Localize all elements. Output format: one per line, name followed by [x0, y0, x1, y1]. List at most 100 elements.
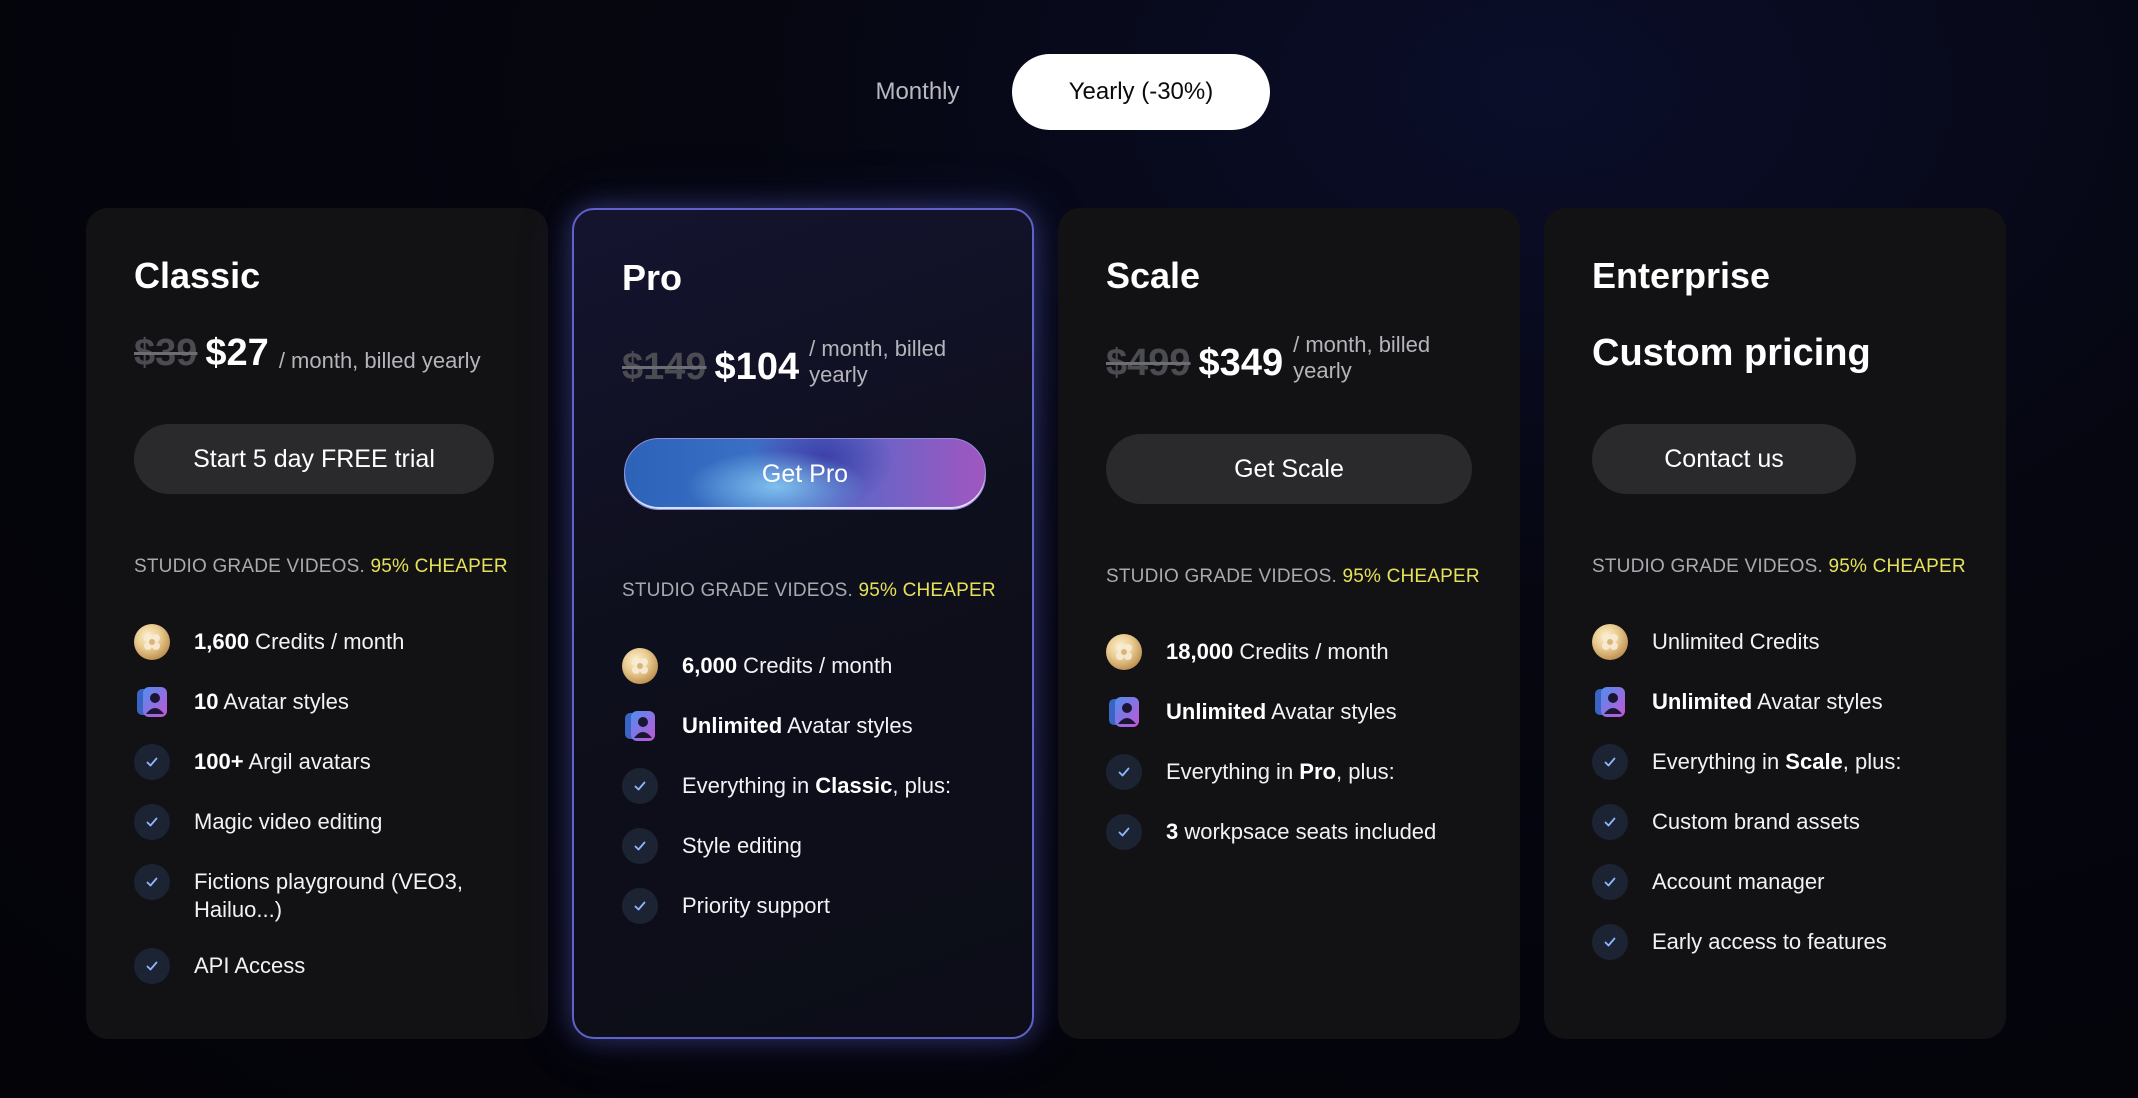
feature-highlight: 18,000 [1166, 639, 1234, 664]
feature-highlight: 6,000 [682, 653, 738, 678]
feature-item: API Access [134, 948, 518, 984]
get-scale-button[interactable]: Get Scale [1106, 434, 1472, 504]
feature-item: 6,000 Credits / month [622, 648, 1002, 684]
plan-card-scale: Scale $499 $349 / month, billed yearly G… [1058, 208, 1520, 1039]
billing-period: / month, billed yearly [278, 348, 481, 373]
feature-text: 10 Avatar styles [194, 684, 349, 716]
feature-item: Everything in Classic, plus: [622, 768, 1002, 804]
check-icon [1592, 864, 1628, 900]
feature-item: 100+ Argil avatars [134, 744, 518, 780]
feature-label: Fictions playground (VEO3, Hailuo...) [194, 869, 464, 922]
feature-text: API Access [194, 948, 305, 980]
feature-item: Early access to features [1592, 924, 1976, 960]
check-icon [134, 864, 170, 900]
feature-highlight: 1,600 [194, 629, 250, 654]
feature-label: Credits / month [737, 653, 893, 678]
feature-text: Everything in Pro, plus: [1166, 754, 1395, 786]
feature-text: Everything in Scale, plus: [1652, 744, 1902, 776]
billing-option-monthly[interactable]: Monthly [840, 54, 995, 130]
feature-text: Unlimited Avatar styles [1166, 694, 1397, 726]
feature-item: Unlimited Avatar styles [1592, 684, 1976, 720]
feature-item: Priority support [622, 888, 1002, 924]
studio-text: STUDIO GRADE VIDEOS. [1106, 566, 1337, 587]
feature-item: 3 workpsace seats included [1106, 814, 1490, 850]
feature-text: 1,600 Credits / month [194, 624, 404, 656]
feature-item: Account manager [1592, 864, 1976, 900]
feature-label: Magic video editing [194, 809, 383, 834]
feature-item: Style editing [622, 828, 1002, 864]
check-icon [134, 744, 170, 780]
plan-card-pro: Pro $149 $104 / month, billed yearly Get… [572, 208, 1034, 1039]
billing-period: / month, billed yearly [809, 336, 947, 387]
feature-item: Unlimited Avatar styles [622, 708, 1002, 744]
custom-price: Custom pricing [1592, 332, 1871, 374]
avatar-styles-icon [134, 684, 170, 720]
coin-icon [622, 648, 658, 684]
price-row: $499 $349 / month, billed yearly [1106, 332, 1463, 385]
feature-text: 100+ Argil avatars [194, 744, 371, 776]
plan-name: Scale [1106, 255, 1201, 296]
plan-card-enterprise: Enterprise Custom pricing Contact us STU… [1544, 208, 2006, 1039]
feature-text: Unlimited Avatar styles [1652, 684, 1883, 716]
feature-highlight: Classic [815, 773, 893, 798]
billing-toggle: Monthly Yearly (-30%) [0, 54, 2138, 130]
feature-label: Argil avatars [243, 749, 371, 774]
studio-highlight: 95% CHEAPER [1342, 566, 1480, 587]
current-price: $27 [205, 332, 269, 374]
check-icon [1592, 744, 1628, 780]
studio-text: STUDIO GRADE VIDEOS. [622, 580, 853, 601]
feature-text: Account manager [1652, 864, 1824, 896]
feature-text: 3 workpsace seats included [1166, 814, 1436, 846]
studio-tagline: STUDIO GRADE VIDEOS. 95% CHEAPER [1592, 556, 1966, 578]
feature-label: Unlimited Credits [1652, 629, 1820, 654]
old-price: $499 [1106, 342, 1191, 384]
feature-text: Early access to features [1652, 924, 1887, 956]
feature-item: 18,000 Credits / month [1106, 634, 1490, 670]
current-price: $104 [714, 346, 800, 388]
plan-card-classic: Classic $39 $27 / month, billed yearly S… [86, 208, 548, 1039]
start-trial-button[interactable]: Start 5 day FREE trial [134, 424, 494, 494]
feature-label: Credits / month [249, 629, 405, 654]
feature-highlight: 3 [1166, 819, 1179, 844]
feature-highlight: Unlimited [1652, 689, 1753, 714]
feature-label: Avatar styles [1752, 689, 1883, 714]
avatar-styles-icon [1592, 684, 1628, 720]
plan-name: Classic [134, 255, 261, 296]
feature-label: , plus: [1335, 759, 1395, 784]
feature-highlight: Scale [1785, 749, 1843, 774]
feature-text: 6,000 Credits / month [682, 648, 892, 680]
check-icon [622, 768, 658, 804]
check-icon [1592, 804, 1628, 840]
billing-option-yearly[interactable]: Yearly (-30%) [1012, 54, 1270, 130]
feature-highlight: 100+ [194, 749, 244, 774]
feature-item: Magic video editing [134, 804, 518, 840]
feature-item: Everything in Pro, plus: [1106, 754, 1490, 790]
current-price: $349 [1198, 342, 1284, 384]
feature-list: Unlimited Credits Unlimited Avatar styles… [1592, 624, 1976, 984]
feature-item: Unlimited Avatar styles [1106, 694, 1490, 730]
feature-text: Custom brand assets [1652, 804, 1860, 836]
get-pro-button[interactable]: Get Pro [624, 438, 986, 510]
check-icon [622, 828, 658, 864]
feature-text: Everything in Classic, plus: [682, 768, 951, 800]
studio-text: STUDIO GRADE VIDEOS. [134, 556, 365, 577]
check-icon [134, 948, 170, 984]
feature-item: Fictions playground (VEO3, Hailuo...) [134, 864, 518, 924]
old-price: $39 [134, 332, 198, 374]
contact-us-button[interactable]: Contact us [1592, 424, 1856, 494]
feature-label: Credits / month [1233, 639, 1389, 664]
old-price: $149 [622, 346, 707, 388]
feature-list: 18,000 Credits / month Unlimited Avatar s… [1106, 634, 1490, 874]
feature-highlight: Pro [1299, 759, 1336, 784]
feature-item: Custom brand assets [1592, 804, 1976, 840]
plan-name: Pro [622, 257, 683, 298]
studio-tagline: STUDIO GRADE VIDEOS. 95% CHEAPER [1106, 566, 1480, 588]
studio-highlight: 95% CHEAPER [1828, 556, 1966, 577]
feature-label: Avatar styles [1266, 699, 1397, 724]
feature-label: Early access to features [1652, 929, 1887, 954]
feature-highlight: Unlimited [682, 713, 783, 738]
check-icon [1106, 754, 1142, 790]
feature-highlight: Unlimited [1166, 699, 1267, 724]
feature-text: Unlimited Credits [1652, 624, 1820, 656]
feature-prefix: Everything in [1166, 759, 1300, 784]
